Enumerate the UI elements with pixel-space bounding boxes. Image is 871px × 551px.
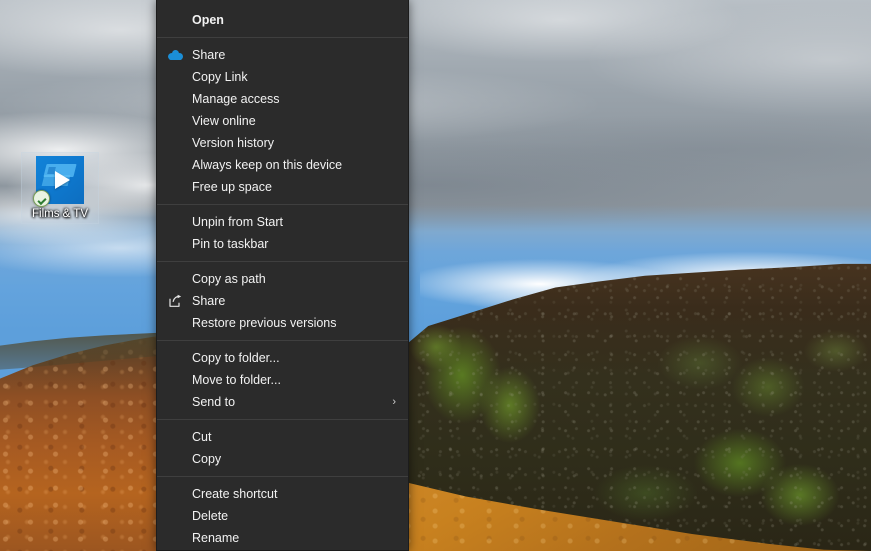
share-arrow-icon	[165, 290, 185, 312]
context-menu-item-create-shortcut[interactable]: Create shortcut	[157, 483, 408, 505]
context-menu-item-label: Restore previous versions	[192, 316, 337, 330]
desktop-background[interactable]	[0, 0, 871, 551]
context-menu-item-copy-link[interactable]: Copy Link	[157, 66, 408, 88]
context-menu-separator	[157, 261, 408, 262]
context-menu-item-label: Manage access	[192, 92, 280, 106]
films-and-tv-icon	[33, 156, 84, 207]
context-menu-separator	[157, 340, 408, 341]
context-menu-item-label: Free up space	[192, 180, 272, 194]
context-menu-item-share[interactable]: Share	[157, 290, 408, 312]
films-and-tv-tile-art	[33, 156, 84, 207]
play-triangle-icon	[55, 171, 70, 189]
onedrive-cloud-icon	[165, 44, 185, 66]
context-menu-separator	[157, 204, 408, 205]
context-menu-item-send-to[interactable]: Send to ›	[157, 391, 408, 413]
context-menu-item-label: Share	[192, 294, 226, 308]
context-menu-item-unpin-from-start[interactable]: Unpin from Start	[157, 211, 408, 233]
context-menu-item-manage-access[interactable]: Manage access	[157, 88, 408, 110]
context-menu-item-label: Copy to folder...	[192, 351, 280, 365]
context-menu-item-copy-to-folder[interactable]: Copy to folder...	[157, 347, 408, 369]
context-menu-groups: Open Share Copy Link Manage access View onli…	[157, 9, 408, 550]
context-menu-item-label: Move to folder...	[192, 373, 281, 387]
context-menu-item-label: Copy as path	[192, 272, 266, 286]
context-menu-top-padding	[157, 0, 408, 9]
context-menu-item-label: Always keep on this device	[192, 158, 343, 172]
context-menu-item-label: View online	[192, 114, 256, 128]
context-menu-item-label: Send to	[192, 395, 236, 409]
onedrive-synced-check-icon	[33, 190, 50, 207]
context-menu-item-share[interactable]: Share	[157, 44, 408, 66]
context-menu-item-label: Copy Link	[192, 70, 248, 84]
context-menu-item-label: Copy	[192, 452, 222, 466]
context-menu-item-version-history[interactable]: Version history	[157, 132, 408, 154]
context-menu-item-label: Create shortcut	[192, 487, 278, 501]
context-menu-item-view-online[interactable]: View online	[157, 110, 408, 132]
context-menu-item-label: Unpin from Start	[192, 215, 284, 229]
context-menu-item-label: Rename	[192, 531, 240, 545]
context-menu-separator	[157, 419, 408, 420]
context-menu-item-label: Pin to taskbar	[192, 237, 269, 251]
desktop-icon-label: Films & TV	[31, 208, 88, 220]
context-menu[interactable]: Open Share Copy Link Manage access View onli…	[156, 0, 409, 551]
context-menu-item-restore-previous-versions[interactable]: Restore previous versions	[157, 312, 408, 334]
context-menu-item-pin-to-taskbar[interactable]: Pin to taskbar	[157, 233, 408, 255]
context-menu-separator	[157, 476, 408, 477]
chevron-right-icon: ›	[392, 396, 396, 408]
desktop-icon-films-and-tv[interactable]: Films & TV	[21, 152, 99, 224]
context-menu-item-rename[interactable]: Rename	[157, 527, 408, 549]
context-menu-item-label: Version history	[192, 136, 274, 150]
context-menu-item-always-keep-on-this-device[interactable]: Always keep on this device	[157, 154, 408, 176]
context-menu-item-open[interactable]: Open	[157, 9, 408, 31]
context-menu-item-cut[interactable]: Cut	[157, 426, 408, 448]
context-menu-item-label: Cut	[192, 430, 212, 444]
context-menu-separator	[157, 37, 408, 38]
context-menu-item-label: Share	[192, 48, 226, 62]
context-menu-item-label: Open	[192, 13, 224, 27]
context-menu-item-move-to-folder[interactable]: Move to folder...	[157, 369, 408, 391]
context-menu-item-copy-as-path[interactable]: Copy as path	[157, 268, 408, 290]
context-menu-item-delete[interactable]: Delete	[157, 505, 408, 527]
context-menu-item-free-up-space[interactable]: Free up space	[157, 176, 408, 198]
context-menu-item-label: Delete	[192, 509, 229, 523]
context-menu-item-copy[interactable]: Copy	[157, 448, 408, 470]
